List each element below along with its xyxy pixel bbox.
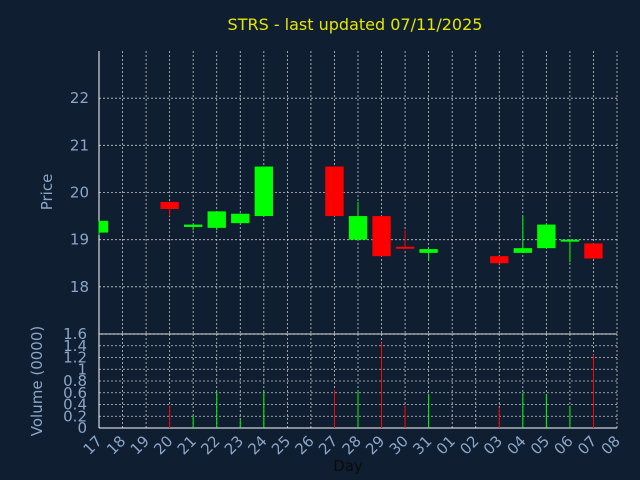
candle-body	[231, 213, 250, 224]
candle-body	[584, 243, 603, 259]
chart-title: STRS - last updated 07/11/2025	[228, 15, 483, 34]
price-tick-label: 18	[70, 278, 89, 296]
price-tick-label: 21	[70, 136, 89, 154]
candle-body	[99, 220, 109, 233]
candle-body	[490, 256, 509, 264]
candle-body	[537, 224, 556, 249]
candle-body	[560, 239, 580, 242]
volume-tick-label: 1.6	[63, 325, 87, 343]
candle-body	[513, 248, 533, 253]
price-tick-label: 19	[70, 231, 89, 249]
candle-body	[395, 246, 415, 249]
price-axis-label: Price	[38, 174, 56, 211]
candle-body	[419, 249, 438, 253]
x-axis-label: Day	[333, 457, 363, 475]
candle-body	[325, 166, 344, 217]
candle-body	[254, 166, 274, 217]
candle-body	[372, 216, 391, 257]
price-tick-label: 20	[70, 184, 89, 202]
candle-body	[160, 201, 179, 210]
candle-body	[183, 224, 203, 227]
chart: STRS - last updated 07/11/2025 18 19 20 21 2…	[0, 0, 640, 480]
volume-axis-label: Volume (0000)	[28, 326, 46, 436]
candle-body	[207, 211, 226, 228]
candle-body	[348, 216, 368, 240]
price-tick-label: 22	[70, 89, 89, 107]
